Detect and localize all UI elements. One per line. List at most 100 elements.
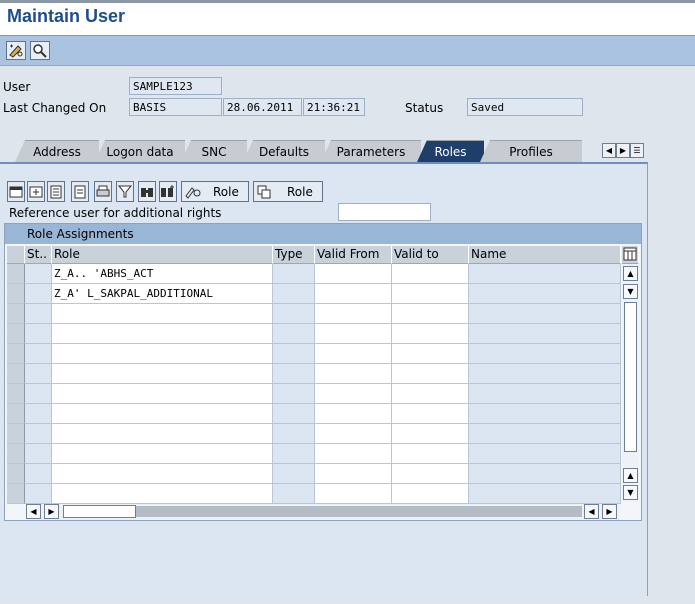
- tab-logon-data[interactable]: Logon data: [95, 140, 185, 162]
- role-cell[interactable]: [52, 464, 273, 484]
- valid-from-cell[interactable]: [315, 464, 392, 484]
- role-cell[interactable]: [52, 344, 273, 364]
- valid-to-cell[interactable]: [392, 304, 469, 324]
- reference-user-input[interactable]: [338, 203, 431, 221]
- scroll-page-down-icon[interactable]: ▼: [623, 284, 638, 299]
- row-selector[interactable]: [7, 384, 25, 404]
- display-change-icon[interactable]: [6, 41, 26, 60]
- select-all-header[interactable]: [7, 246, 25, 264]
- vertical-scrollbar[interactable]: ▲ ▼ ▲ ▼: [622, 264, 639, 502]
- column-header-valid-from[interactable]: Valid From: [315, 246, 392, 264]
- tab-address[interactable]: Address: [15, 140, 99, 162]
- scroll-page-left-icon[interactable]: ▶: [44, 504, 59, 519]
- valid-to-cell[interactable]: [392, 484, 469, 504]
- role-cell[interactable]: Z_A.. 'ABHS_ACT: [52, 264, 273, 284]
- row-selector[interactable]: [7, 264, 25, 284]
- row-details-icon[interactable]: [7, 181, 25, 202]
- tab-profiles[interactable]: Profiles: [480, 140, 582, 162]
- role-menu-button[interactable]: Role: [181, 181, 249, 202]
- horizontal-scroll-track[interactable]: [136, 506, 582, 517]
- valid-from-cell[interactable]: [315, 404, 392, 424]
- row-selector[interactable]: [7, 484, 25, 504]
- user-field[interactable]: SAMPLE123: [129, 77, 222, 95]
- other-user-icon[interactable]: [30, 41, 50, 60]
- row-selector[interactable]: [7, 344, 25, 364]
- valid-to-cell[interactable]: [392, 344, 469, 364]
- horizontal-scrollbar[interactable]: ◀ ▶ ◀ ▶: [26, 504, 620, 520]
- scroll-right-icon[interactable]: ▶: [602, 504, 617, 519]
- valid-to-cell[interactable]: [392, 404, 469, 424]
- filter-icon[interactable]: [116, 181, 134, 202]
- valid-to-cell[interactable]: [392, 384, 469, 404]
- valid-from-cell[interactable]: [315, 484, 392, 504]
- valid-to-cell[interactable]: [392, 424, 469, 444]
- column-header-status[interactable]: St..: [25, 246, 52, 264]
- row-selector[interactable]: [7, 464, 25, 484]
- tab-scroll-right-icon[interactable]: ▶: [616, 143, 630, 158]
- tab-scroll-left-icon[interactable]: ◀: [602, 143, 616, 158]
- row-selector[interactable]: [7, 444, 25, 464]
- valid-to-cell[interactable]: [392, 324, 469, 344]
- valid-from-cell[interactable]: [315, 304, 392, 324]
- valid-from-cell[interactable]: [315, 364, 392, 384]
- role-cell[interactable]: [52, 324, 273, 344]
- scroll-up-icon[interactable]: ▲: [623, 266, 638, 281]
- tab-roles[interactable]: Roles: [417, 140, 484, 162]
- type-cell: [273, 424, 315, 444]
- name-cell: [469, 384, 621, 404]
- scroll-page-up-icon[interactable]: ▲: [623, 468, 638, 483]
- role-cell[interactable]: [52, 484, 273, 504]
- role-cell[interactable]: [52, 304, 273, 324]
- role-copy-button[interactable]: Role: [253, 181, 323, 202]
- horizontal-scroll-thumb[interactable]: [63, 505, 136, 518]
- valid-from-cell[interactable]: [315, 264, 392, 284]
- find-icon[interactable]: [138, 181, 156, 202]
- row-selector[interactable]: [7, 424, 25, 444]
- role-cell[interactable]: [52, 364, 273, 384]
- column-settings-icon[interactable]: [622, 246, 639, 264]
- column-header-name[interactable]: Name: [469, 246, 621, 264]
- scroll-page-right-icon[interactable]: ◀: [584, 504, 599, 519]
- tab-defaults[interactable]: Defaults: [243, 140, 325, 162]
- name-cell: [469, 464, 621, 484]
- column-header-valid-to[interactable]: Valid to: [392, 246, 469, 264]
- role-cell[interactable]: [52, 404, 273, 424]
- delete-row-icon[interactable]: [47, 181, 65, 202]
- valid-from-cell[interactable]: [315, 444, 392, 464]
- valid-to-cell[interactable]: [392, 444, 469, 464]
- print-icon[interactable]: [94, 181, 112, 202]
- column-header-type[interactable]: Type: [273, 246, 315, 264]
- column-header-role[interactable]: Role: [52, 246, 273, 264]
- valid-from-cell[interactable]: [315, 324, 392, 344]
- valid-from-cell[interactable]: [315, 344, 392, 364]
- tab-snc[interactable]: SNC: [181, 140, 247, 162]
- row-selector[interactable]: [7, 324, 25, 344]
- table-row: [7, 464, 621, 484]
- tab-list-icon[interactable]: ☰: [630, 143, 644, 158]
- scroll-left-icon[interactable]: ◀: [26, 504, 41, 519]
- role-cell[interactable]: [52, 444, 273, 464]
- select-all-icon[interactable]: [71, 181, 89, 202]
- vertical-scroll-thumb[interactable]: [624, 302, 637, 452]
- role-cell[interactable]: Z_A' L_SAKPAL_ADDITIONAL: [52, 284, 273, 304]
- tab-parameters[interactable]: Parameters: [321, 140, 421, 162]
- role-cell[interactable]: [52, 384, 273, 404]
- role-cell[interactable]: [52, 424, 273, 444]
- row-selector[interactable]: [7, 304, 25, 324]
- status-cell: [25, 284, 52, 304]
- valid-from-cell[interactable]: [315, 284, 392, 304]
- type-cell: [273, 284, 315, 304]
- valid-to-cell[interactable]: [392, 264, 469, 284]
- valid-from-cell[interactable]: [315, 424, 392, 444]
- scroll-down-icon[interactable]: ▼: [623, 485, 638, 500]
- table-row: [7, 384, 621, 404]
- valid-to-cell[interactable]: [392, 284, 469, 304]
- valid-to-cell[interactable]: [392, 364, 469, 384]
- valid-to-cell[interactable]: [392, 464, 469, 484]
- find-next-icon[interactable]: [159, 181, 177, 202]
- row-selector[interactable]: [7, 404, 25, 424]
- row-selector[interactable]: [7, 364, 25, 384]
- valid-from-cell[interactable]: [315, 384, 392, 404]
- insert-row-icon[interactable]: [27, 181, 45, 202]
- row-selector[interactable]: [7, 284, 25, 304]
